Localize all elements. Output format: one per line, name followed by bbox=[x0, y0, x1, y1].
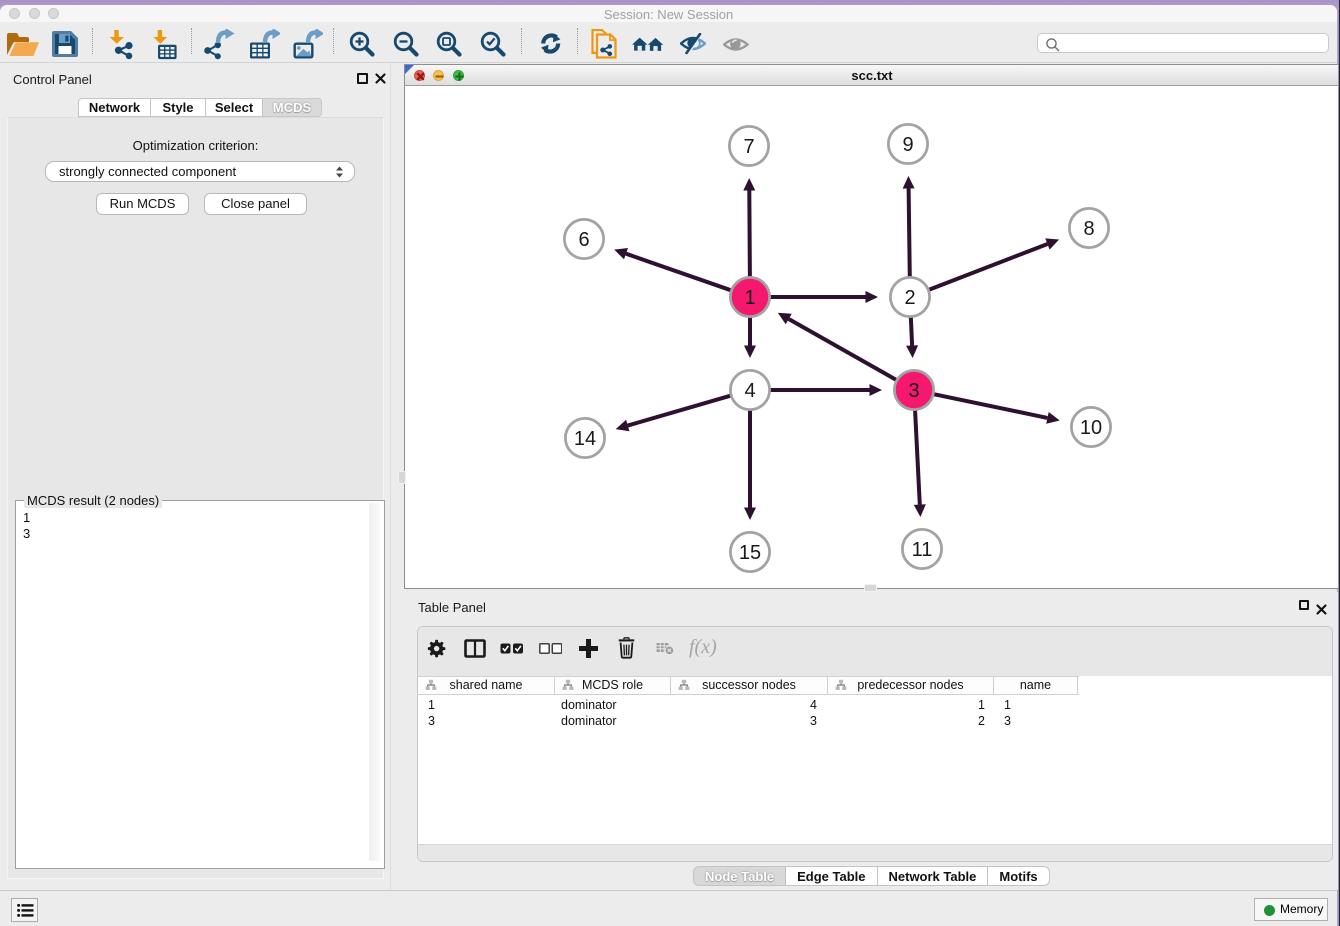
svg-text:8: 8 bbox=[1083, 218, 1094, 240]
svg-text:10: 10 bbox=[1080, 417, 1102, 439]
svg-text:9: 9 bbox=[902, 134, 913, 156]
svg-text:3: 3 bbox=[908, 380, 919, 402]
svg-text:6: 6 bbox=[578, 229, 589, 251]
svg-text:2: 2 bbox=[904, 287, 915, 309]
svg-text:14: 14 bbox=[574, 428, 596, 450]
svg-text:15: 15 bbox=[739, 542, 761, 564]
svg-text:7: 7 bbox=[743, 136, 754, 158]
svg-text:11: 11 bbox=[912, 539, 933, 561]
svg-text:4: 4 bbox=[744, 380, 755, 402]
svg-text:1: 1 bbox=[744, 287, 755, 309]
